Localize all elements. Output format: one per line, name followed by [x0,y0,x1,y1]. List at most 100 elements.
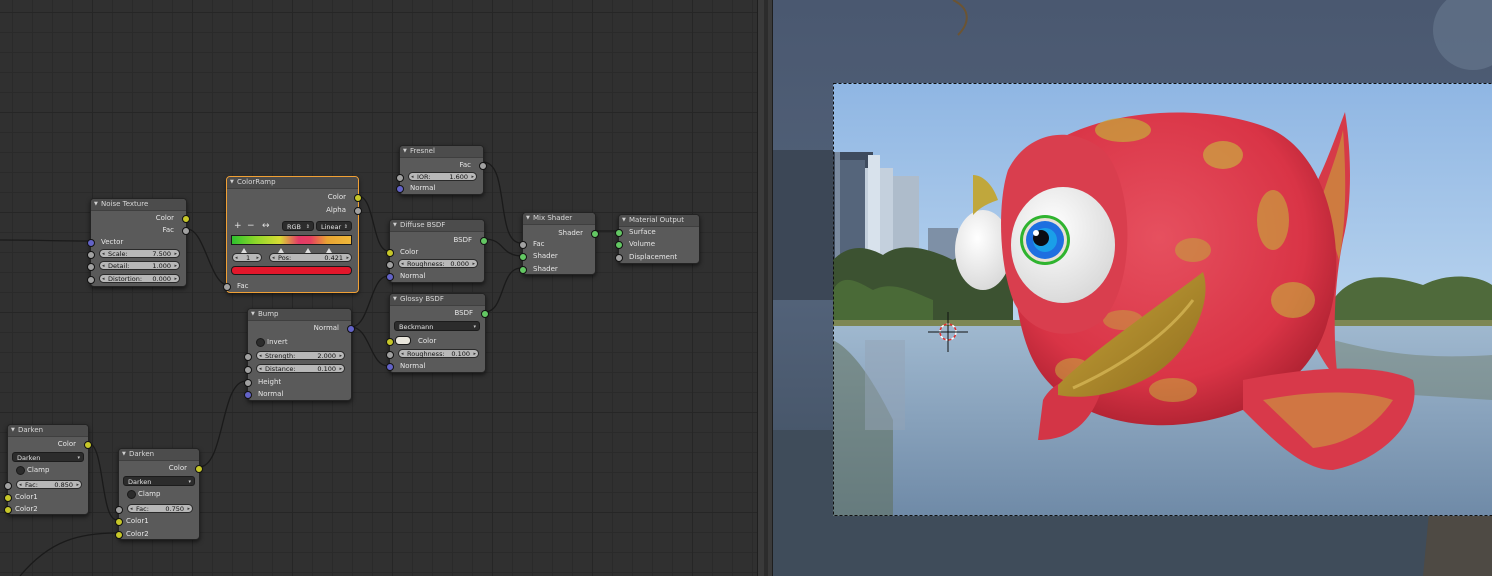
input-normal-socket[interactable] [244,391,252,399]
stop-index-field[interactable]: ◂ 1 ▸ [232,253,262,262]
node-header[interactable]: ▼ Material Output [619,215,699,227]
output-shader-socket[interactable] [591,230,599,238]
darken-node-1[interactable]: ▼ Darken Color Darken ▾ Clamp ◂ Fac: 0.850 ▸ … [4,424,92,515]
input-height-socket[interactable] [244,379,252,387]
input-surface-socket[interactable] [615,229,623,237]
input-distance-socket[interactable] [244,366,252,374]
input-shader2-socket[interactable] [519,266,527,274]
remove-stop-button[interactable]: − [247,221,255,231]
decrement-arrow-icon[interactable]: ◂ [102,275,105,284]
fac-field[interactable]: ◂ Fac: 0.850 ▸ [16,480,82,489]
input-color2-socket[interactable] [115,531,123,539]
increment-arrow-icon[interactable]: ▸ [339,365,342,374]
input-roughness-socket[interactable] [386,261,394,269]
output-color-socket[interactable] [84,441,92,449]
input-scale-socket[interactable] [87,251,95,259]
fac-field[interactable]: ◂ Fac: 0.750 ▸ [127,504,193,513]
darken-node-2[interactable]: ▼ Darken Color Darken ▾ Clamp ◂ Fac: 0.750 ▸ … [115,448,203,540]
input-vector-socket[interactable] [87,239,95,247]
increment-arrow-icon[interactable]: ▸ [174,262,177,271]
flip-ramp-button[interactable]: ↔ [262,221,270,231]
input-volume-socket[interactable] [615,241,623,249]
colorramp-node[interactable]: ▼ ColorRamp Color Alpha + − ↔ RGB ⇕ Linear… [223,176,362,293]
node-header[interactable]: ▼ Mix Shader [523,213,595,225]
collapse-triangle-icon[interactable]: ▼ [94,199,98,210]
diffuse-bsdf-node[interactable]: ▼ Diffuse BSDF BSDF Color ◂ Roughness: 0.00… [386,219,488,283]
output-color-socket[interactable] [182,215,190,223]
increment-arrow-icon[interactable]: ▸ [472,260,475,269]
scale-field[interactable]: ◂ Scale: 7.500 ▸ [99,249,180,258]
node-header[interactable]: ▼ Darken [119,449,199,461]
decrement-arrow-icon[interactable]: ◂ [401,260,404,269]
stop-position-field[interactable]: ◂ Pos: 0.421 ▸ [269,253,352,262]
increment-arrow-icon[interactable]: ▸ [473,350,476,359]
invert-checkbox[interactable] [256,338,265,347]
increment-arrow-icon[interactable]: ▸ [346,254,349,263]
distortion-field[interactable]: ◂ Distortion: 0.000 ▸ [99,274,180,283]
collapse-triangle-icon[interactable]: ▼ [230,177,234,188]
collapse-triangle-icon[interactable]: ▼ [526,213,530,224]
increment-arrow-icon[interactable]: ▸ [471,173,474,182]
node-header[interactable]: ▼ Darken [8,425,88,437]
decrement-arrow-icon[interactable]: ◂ [259,352,262,361]
input-color-socket[interactable] [386,249,394,257]
interpolation-dropdown[interactable]: Linear ⇕ [316,221,352,231]
collapse-triangle-icon[interactable]: ▼ [251,309,255,320]
output-bsdf-socket[interactable] [480,237,488,245]
collapse-triangle-icon[interactable]: ▼ [393,220,397,231]
roughness-field[interactable]: ◂ Roughness: 0.000 ▸ [398,259,478,268]
glossy-bsdf-node[interactable]: ▼ Glossy BSDF BSDF Beckmann ▾ Color ◂ Rough… [386,293,489,373]
collapse-triangle-icon[interactable]: ▼ [622,215,626,226]
decrement-arrow-icon[interactable]: ◂ [102,262,105,271]
output-fac-socket[interactable] [479,162,487,170]
active-stop-color-swatch[interactable] [231,266,352,275]
output-normal-socket[interactable] [347,325,355,333]
node-header[interactable]: ▼ Noise Texture [91,199,186,211]
node-header[interactable]: ▼ ColorRamp [227,177,358,189]
color-mode-dropdown[interactable]: RGB ⇕ [282,221,314,231]
noise-texture-node[interactable]: ▼ Noise Texture Color Fac Vector ◂ Scale: 7… [87,198,190,287]
collapse-triangle-icon[interactable]: ▼ [393,294,397,305]
increment-arrow-icon[interactable]: ▸ [76,481,79,490]
clamp-checkbox[interactable] [127,490,136,499]
decrement-arrow-icon[interactable]: ◂ [130,505,133,514]
input-displacement-socket[interactable] [615,254,623,262]
color-ramp-gradient[interactable] [231,235,352,245]
fresnel-node[interactable]: ▼ Fresnel Fac ◂ IOR: 1.600 ▸ Normal [396,145,487,195]
input-color2-socket[interactable] [4,506,12,514]
input-color1-socket[interactable] [4,494,12,502]
increment-arrow-icon[interactable]: ▸ [174,250,177,259]
decrement-arrow-icon[interactable]: ◂ [272,254,275,263]
node-editor[interactable]: ▼ Noise Texture Color Fac Vector ◂ Scale: 7… [0,0,757,576]
add-stop-button[interactable]: + [234,221,242,231]
input-color1-socket[interactable] [115,518,123,526]
area-splitter[interactable] [757,0,773,576]
roughness-field[interactable]: ◂ Roughness: 0.100 ▸ [398,349,479,358]
increment-arrow-icon[interactable]: ▸ [339,352,342,361]
output-alpha-socket[interactable] [354,207,362,215]
input-shader1-socket[interactable] [519,253,527,261]
increment-arrow-icon[interactable]: ▸ [174,275,177,284]
decrement-arrow-icon[interactable]: ◂ [259,365,262,374]
color-swatch[interactable] [395,336,411,345]
input-normal-socket[interactable] [386,273,394,281]
input-normal-socket[interactable] [396,185,404,193]
distance-field[interactable]: ◂ Distance: 0.100 ▸ [256,364,345,373]
input-roughness-socket[interactable] [386,351,394,359]
collapse-triangle-icon[interactable]: ▼ [122,449,126,460]
output-fac-socket[interactable] [182,227,190,235]
input-fac-socket[interactable] [4,482,12,490]
collapse-triangle-icon[interactable]: ▼ [403,146,407,157]
input-normal-socket[interactable] [386,363,394,371]
input-fac-socket[interactable] [115,506,123,514]
decrement-arrow-icon[interactable]: ◂ [102,250,105,259]
blend-mode-dropdown[interactable]: Darken ▾ [123,476,195,486]
input-detail-socket[interactable] [87,263,95,271]
output-color-socket[interactable] [354,194,362,202]
3d-viewport[interactable] [773,0,1492,576]
color-ramp-widget[interactable] [227,235,358,253]
input-fac-socket[interactable] [223,283,231,291]
output-bsdf-socket[interactable] [481,310,489,318]
node-header[interactable]: ▼ Diffuse BSDF [390,220,484,232]
input-fac-socket[interactable] [519,241,527,249]
